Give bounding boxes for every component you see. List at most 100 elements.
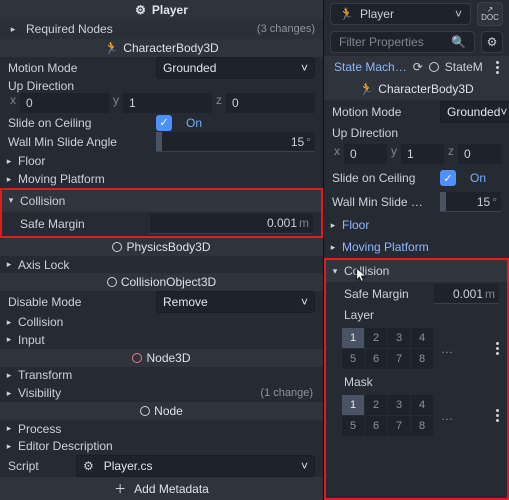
disable-mode-select[interactable]: Remove ˅ [156,291,315,313]
collision-label: Collision [20,194,65,208]
input-expander[interactable]: ▸ Input [0,331,323,349]
script-field[interactable]: ⚙ Player.cs ˅ [76,455,315,477]
slide-on-ceiling-checkbox[interactable]: ✓ [156,115,172,131]
slide-on-ceiling-value: On [470,171,486,185]
mask-grid-row: 1 2 3 4 5 6 7 8 … [326,391,507,440]
collision2-label: Collision [18,315,63,329]
add-metadata-button[interactable]: ＋ Add Metadata [0,477,323,500]
class-characterbody3d-section[interactable]: 🏃 CharacterBody3D [0,39,323,57]
node-selector[interactable]: 🏃 Player ˅ [330,3,471,25]
script-icon: ⚙ [83,459,94,473]
panel-title-bar: ⚙ Player [0,0,323,19]
class-node3d-section[interactable]: Node3D [0,349,323,367]
node-ring-icon [429,62,439,72]
slide-on-ceiling-checkbox[interactable]: ✓ [440,170,456,186]
search-icon: 🔍 [451,35,466,49]
motion-mode-value: Grounded [163,61,216,75]
mask-label-row: Mask [326,373,507,391]
collision-layer-grid[interactable]: 1 2 3 4 5 6 7 8 [342,328,433,369]
layer-more-icon[interactable]: … [441,342,453,356]
layer-cell-2[interactable]: 2 [365,328,387,348]
up-dir-y-field[interactable]: 1 [401,144,444,164]
motion-mode-select[interactable]: Grounded ˅ [440,101,509,123]
collision-expander-right[interactable]: ▾ Collision [326,260,507,282]
class-ring-icon [132,353,142,363]
wall-min-slide-label: Wall Min Slide … [332,195,432,209]
mask-kebab-menu[interactable] [496,409,499,422]
class-physicsbody3d-section[interactable]: PhysicsBody3D [0,238,323,256]
up-dir-x-field[interactable]: 0 [344,144,387,164]
filter-input[interactable]: Filter Properties 🔍 [330,31,475,53]
revert-icon[interactable]: ⟳ [413,60,423,74]
transform-expander[interactable]: ▸ Transform [0,367,323,385]
up-dir-z-field[interactable]: 0 [458,144,501,164]
mask-cell-8[interactable]: 8 [411,416,433,436]
layer-cell-4[interactable]: 4 [411,328,433,348]
class-node-section[interactable]: Node [0,402,323,420]
doc-label: DOC [481,14,499,22]
collision2-expander[interactable]: ▸ Collision [0,313,323,331]
layer-cell-5[interactable]: 5 [342,349,364,369]
class-characterbody3d-section-right[interactable]: 🏃 CharacterBody3D [324,78,509,100]
breadcrumb-state-machine[interactable]: State Mach… [334,60,407,74]
node-selector-title: Player [360,7,394,21]
motion-mode-label: Motion Mode [8,61,148,75]
chevron-right-icon: ▸ [4,174,14,185]
mask-cell-3[interactable]: 3 [388,395,410,415]
collision-highlight-box: ▾ Collision Safe Margin 0.001 m [0,188,323,238]
mask-cell-1[interactable]: 1 [342,395,364,415]
mask-more-icon[interactable]: … [441,409,453,423]
slide-on-ceiling-value: On [186,116,202,130]
layer-cell-8[interactable]: 8 [411,349,433,369]
editor-description-expander[interactable]: ▸ Editor Description [0,438,323,456]
kebab-menu[interactable] [496,61,499,74]
moving-platform-expander[interactable]: ▸ Moving Platform [0,170,323,188]
floor-label: Floor [342,218,369,232]
layer-cell-6[interactable]: 6 [365,349,387,369]
layer-cell-3[interactable]: 3 [388,328,410,348]
floor-expander[interactable]: ▸ Floor [0,152,323,170]
breadcrumb-statem: StateM [445,60,483,74]
mask-cell-2[interactable]: 2 [365,395,387,415]
mask-cell-4[interactable]: 4 [411,395,433,415]
moving-platform-expander-right[interactable]: ▸ Moving Platform [324,236,509,258]
axis-z-label: z [214,93,224,113]
up-dir-y-field[interactable]: 1 [123,93,212,113]
axis-lock-expander[interactable]: ▸ Axis Lock [0,256,323,274]
layer-cell-7[interactable]: 7 [388,349,410,369]
up-dir-z-field[interactable]: 0 [226,93,315,113]
mask-cell-7[interactable]: 7 [388,416,410,436]
up-dir-x-field[interactable]: 0 [20,93,109,113]
wall-min-slide-field[interactable]: 15 ° [440,192,501,212]
add-metadata-label: Add Metadata [134,482,209,496]
mask-cell-6[interactable]: 6 [365,416,387,436]
collision-expander[interactable]: ▾ Collision [2,190,321,212]
required-nodes-row[interactable]: ▸ Required Nodes (3 changes) [0,19,323,38]
class-collisionobject3d-section[interactable]: CollisionObject3D [0,273,323,291]
settings-button[interactable]: ⚙ [481,31,503,53]
safe-margin-field[interactable]: 0.001 m [434,284,499,304]
visibility-expander[interactable]: ▸ Visibility (1 change) [0,384,323,402]
chevron-down-icon: ˅ [301,61,308,75]
layer-cell-1[interactable]: 1 [342,328,364,348]
motion-mode-label: Motion Mode [332,105,432,119]
inspector-left-panel: ⚙ Player ▸ Required Nodes (3 changes) 🏃 … [0,0,324,500]
class-ring-icon [107,277,117,287]
inspector-top-bar: 🏃 Player ˅ ↗ DOC [324,0,509,28]
up-direction-vector: x 0 y 1 z 0 [8,93,315,113]
process-expander[interactable]: ▸ Process [0,420,323,438]
wall-min-slide-field[interactable]: 15 ° [156,132,315,152]
doc-button[interactable]: ↗ DOC [477,2,503,26]
layer-kebab-menu[interactable] [496,342,499,355]
chevron-right-icon: ▸ [4,370,14,381]
collision-mask-grid[interactable]: 1 2 3 4 5 6 7 8 [342,395,433,436]
mask-cell-5[interactable]: 5 [342,416,364,436]
chevron-right-icon: ▸ [328,220,338,231]
class-ring-icon [140,406,150,416]
safe-margin-field[interactable]: 0.001 m [150,214,313,234]
script-value: Player.cs [104,459,153,473]
moving-platform-label: Moving Platform [342,240,429,254]
floor-expander-right[interactable]: ▸ Floor [324,214,509,236]
motion-mode-select[interactable]: Grounded ˅ [156,57,315,79]
chevron-right-icon: ▸ [4,156,14,167]
